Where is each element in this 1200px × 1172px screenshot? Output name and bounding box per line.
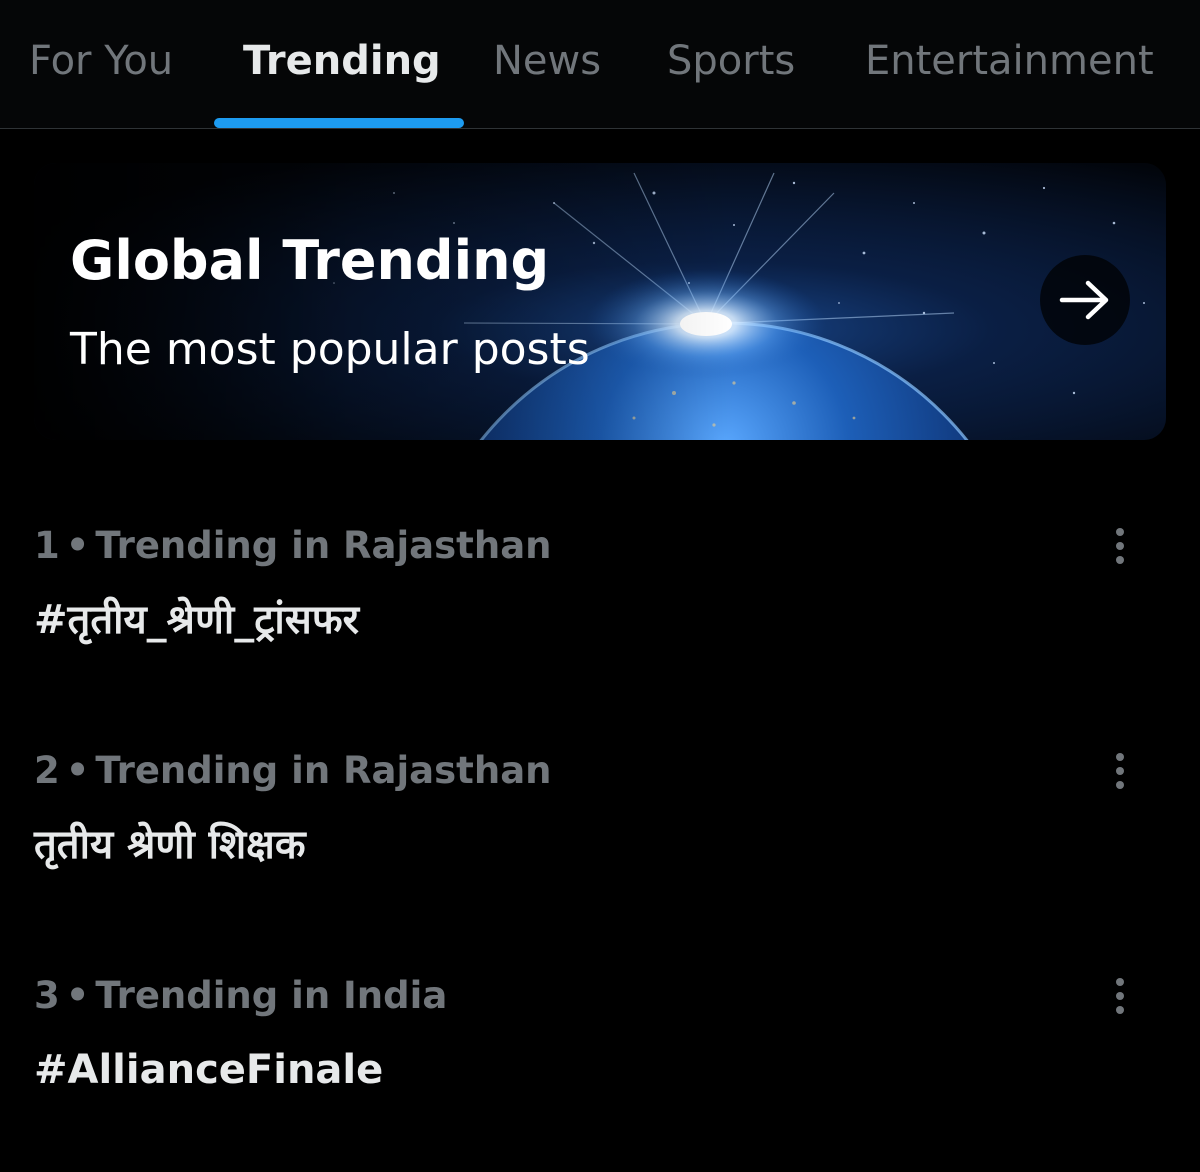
trend-context: Trending in India xyxy=(95,974,448,1017)
separator-dot: • xyxy=(65,974,90,1017)
tab-news[interactable]: News xyxy=(493,36,601,86)
trend-name: #AllianceFinale xyxy=(34,1047,384,1093)
trend-rank: 1 xyxy=(34,524,60,567)
trend-more-button[interactable] xyxy=(1100,522,1140,570)
separator-dot: • xyxy=(65,524,90,567)
trend-context: Trending in Rajasthan xyxy=(95,524,552,567)
trend-meta: 1 • Trending in Rajasthan xyxy=(34,522,552,570)
earth-space-image xyxy=(34,163,1166,440)
more-vertical-icon xyxy=(1116,753,1124,789)
trend-name: #तृतीय_श्रेणी_ट्रांसफर xyxy=(34,597,360,643)
trend-meta: 2 • Trending in Rajasthan xyxy=(34,747,552,795)
trend-item[interactable]: 2 • Trending in Rajasthan तृतीय श्रेणी शिक… xyxy=(0,747,1200,947)
global-trending-banner[interactable]: Global Trending The most popular posts xyxy=(34,163,1166,440)
active-tab-indicator xyxy=(214,118,464,128)
more-vertical-icon xyxy=(1116,978,1124,1014)
trend-more-button[interactable] xyxy=(1100,747,1140,795)
trend-meta: 3 • Trending in India xyxy=(34,972,447,1020)
tab-entertainment[interactable]: Entertainment xyxy=(865,36,1154,86)
trend-item[interactable]: 1 • Trending in Rajasthan #तृतीय_श्रेणी_ट्… xyxy=(0,522,1200,722)
banner-arrow-button[interactable] xyxy=(1040,255,1130,345)
banner-subtitle: The most popular posts xyxy=(70,324,590,375)
banner-title: Global Trending xyxy=(70,229,550,292)
trend-context: Trending in Rajasthan xyxy=(95,749,552,792)
tab-sports[interactable]: Sports xyxy=(667,36,795,86)
trend-name: तृतीय श्रेणी शिक्षक xyxy=(34,822,306,868)
arrow-right-icon xyxy=(1059,280,1109,320)
tab-for-you[interactable]: For You xyxy=(29,36,173,86)
more-vertical-icon xyxy=(1116,528,1124,564)
tab-bar: For You Trending News Sports Entertainme… xyxy=(0,0,1200,129)
separator-dot: • xyxy=(65,749,90,792)
tab-trending[interactable]: Trending xyxy=(243,36,441,86)
trend-more-button[interactable] xyxy=(1100,972,1140,1020)
trend-rank: 3 xyxy=(34,974,60,1017)
trend-item[interactable]: 3 • Trending in India #AllianceFinale xyxy=(0,972,1200,1172)
trend-rank: 2 xyxy=(34,749,60,792)
